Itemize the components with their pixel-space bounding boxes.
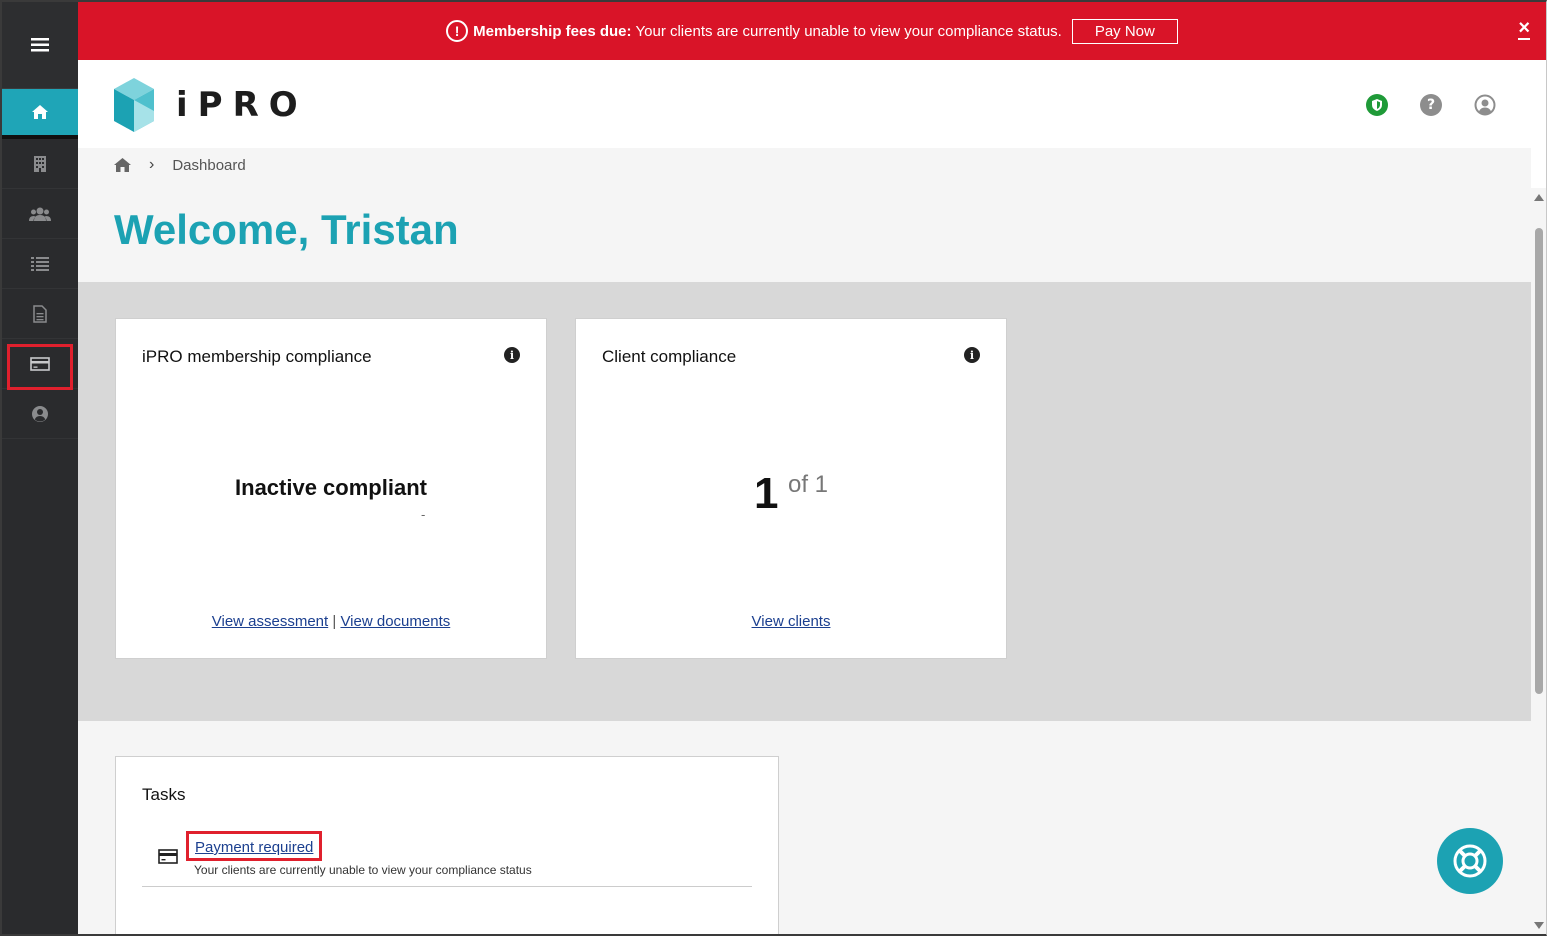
- view-clients-link[interactable]: View clients: [752, 613, 831, 630]
- compliance-panel: iPRO membership compliance i Inactive co…: [78, 282, 1531, 721]
- scroll-down-icon[interactable]: [1534, 922, 1544, 929]
- sidebar-item-lists[interactable]: [2, 239, 78, 289]
- sidebar-item-documents[interactable]: [2, 289, 78, 339]
- home-icon: [32, 105, 48, 119]
- breadcrumb-home-icon[interactable]: [114, 158, 131, 172]
- scroll-up-icon[interactable]: [1534, 194, 1544, 201]
- link-separator: |: [332, 613, 337, 630]
- ipro-logo-mark-icon: [114, 78, 154, 132]
- client-compliance-card: Client compliance i 1 of 1 View clients: [575, 318, 1007, 659]
- view-documents-link[interactable]: View documents: [340, 613, 450, 630]
- sidebar-item-clients[interactable]: [2, 189, 78, 239]
- vertical-scrollbar[interactable]: [1531, 188, 1546, 934]
- client-compliance-count: 1: [754, 469, 779, 518]
- help-icon[interactable]: ?: [1420, 94, 1442, 116]
- warning-icon: !: [446, 20, 469, 42]
- menu-icon: [31, 38, 49, 52]
- chevron-right-icon: ›: [149, 156, 155, 173]
- breadcrumb: › Dashboard: [114, 156, 246, 174]
- top-header: iPRO ?: [78, 60, 1546, 148]
- main-content: › Dashboard Welcome, Tristan iPRO member…: [78, 148, 1531, 934]
- banner-message: Your clients are currently unable to vie…: [635, 22, 1062, 40]
- breadcrumb-current: Dashboard: [172, 156, 246, 174]
- sidebar-item-buildings[interactable]: [2, 139, 78, 189]
- tasks-card: Tasks Payment required Your clients are …: [115, 756, 779, 934]
- account-icon[interactable]: [1474, 94, 1496, 116]
- app-window: ! Membership fees due: Your clients are …: [0, 0, 1547, 936]
- card-title: iPRO membership compliance: [142, 347, 372, 366]
- info-icon[interactable]: i: [504, 347, 520, 363]
- list-icon: [31, 256, 49, 271]
- support-button[interactable]: [1437, 828, 1503, 894]
- ipro-logo[interactable]: iPRO: [114, 78, 308, 132]
- pay-now-button[interactable]: Pay Now: [1071, 18, 1178, 44]
- sidebar: [2, 2, 78, 934]
- sidebar-item-home[interactable]: [2, 89, 78, 139]
- credit-card-icon: [158, 849, 178, 864]
- users-icon: [29, 207, 51, 221]
- shield-icon[interactable]: [1366, 94, 1388, 116]
- page-title: Welcome, Tristan: [114, 206, 459, 253]
- card-links: View assessment | View documents: [116, 613, 546, 630]
- info-icon[interactable]: i: [964, 347, 980, 363]
- card-title: Client compliance: [602, 347, 737, 366]
- compliance-substatus: -: [421, 507, 426, 522]
- sidebar-menu-toggle[interactable]: [2, 2, 78, 89]
- close-icon[interactable]: ×: [1518, 18, 1530, 40]
- task-description: Your clients are currently unable to vie…: [194, 863, 532, 877]
- compliance-status: Inactive compliant: [235, 475, 427, 500]
- user-circle-icon: [32, 405, 48, 422]
- scrollbar-thumb[interactable]: [1535, 228, 1543, 694]
- sidebar-item-account[interactable]: [2, 389, 78, 439]
- task-item: Payment required Your clients are curren…: [142, 831, 752, 887]
- payments-highlight-box: [7, 344, 73, 390]
- banner-title: Membership fees due:: [473, 22, 632, 40]
- payment-required-link[interactable]: Payment required: [186, 831, 323, 861]
- tasks-title: Tasks: [142, 785, 186, 804]
- membership-compliance-card: iPRO membership compliance i Inactive co…: [115, 318, 547, 659]
- lifebuoy-icon: [1453, 844, 1487, 878]
- document-icon: [33, 304, 47, 323]
- membership-fees-banner: ! Membership fees due: Your clients are …: [78, 2, 1546, 60]
- logo-text: iPRO: [176, 85, 308, 125]
- building-icon: [34, 155, 46, 172]
- card-links: View clients: [576, 613, 1006, 630]
- client-compliance-total: of 1: [788, 471, 829, 498]
- view-assessment-link[interactable]: View assessment: [212, 613, 328, 630]
- header-icons: ?: [1366, 94, 1496, 116]
